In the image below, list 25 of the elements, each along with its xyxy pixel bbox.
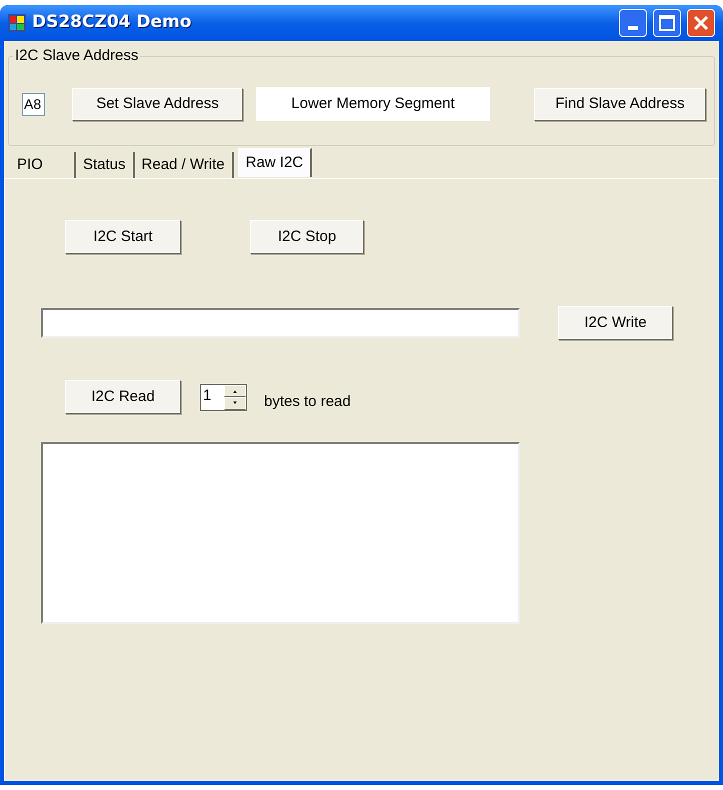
find-slave-address-button[interactable]: Find Slave Address bbox=[534, 88, 706, 120]
close-icon bbox=[693, 15, 709, 31]
i2c-read-button[interactable]: I2C Read bbox=[65, 380, 181, 414]
spin-down-icon[interactable] bbox=[224, 397, 246, 410]
minimize-button[interactable] bbox=[619, 9, 647, 37]
tab[interactable]: Status bbox=[76, 152, 135, 178]
i2c-stop-button[interactable]: I2C Stop bbox=[250, 220, 364, 254]
segment-label: Lower Memory Segment bbox=[256, 87, 490, 121]
window-title: DS28CZ04 Demo bbox=[32, 11, 192, 34]
bytes-to-read-label: bytes to read bbox=[264, 392, 351, 412]
minimize-icon bbox=[628, 26, 638, 30]
app-icon bbox=[8, 14, 26, 32]
tab[interactable]: PIO bbox=[10, 152, 76, 178]
write-data-field[interactable] bbox=[41, 308, 520, 338]
i2c-write-button[interactable]: I2C Write bbox=[558, 306, 673, 340]
address-field[interactable]: A8 bbox=[22, 92, 45, 116]
maximize-icon bbox=[659, 15, 675, 31]
i2c-start-button[interactable]: I2C Start bbox=[65, 220, 181, 254]
close-button[interactable] bbox=[687, 9, 715, 37]
tab[interactable]: Raw I2C bbox=[238, 148, 312, 177]
set-slave-address-button[interactable]: Set Slave Address bbox=[72, 88, 243, 120]
spin-up-icon[interactable] bbox=[224, 384, 246, 397]
tab[interactable]: Read / Write bbox=[134, 152, 234, 178]
byte-count-spinner[interactable]: 1 bbox=[200, 384, 247, 410]
maximize-button[interactable] bbox=[653, 9, 681, 37]
